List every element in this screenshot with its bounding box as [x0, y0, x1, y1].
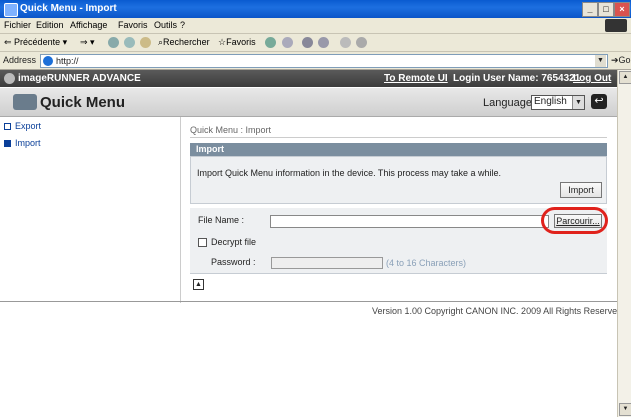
address-input[interactable]: http:// ▼	[40, 54, 608, 68]
bullet-icon	[4, 140, 11, 148]
quick-menu-icon	[13, 94, 37, 110]
menu-bar: Fichier Edition Affichage Favoris Outils…	[0, 18, 631, 34]
sidebar: Export Import	[0, 117, 181, 303]
stop-icon[interactable]	[108, 37, 119, 48]
sidebar-item-label: Export	[15, 121, 42, 131]
brand-header: imageRUNNER ADVANCE To Remote UI Login U…	[0, 70, 617, 87]
address-dropdown-icon[interactable]: ▼	[595, 55, 606, 67]
sidebar-item-export[interactable]: Export	[4, 121, 41, 131]
logout-link[interactable]: Log Out	[573, 73, 611, 84]
brand-name: imageRUNNER ADVANCE	[18, 73, 141, 84]
breadcrumb: Quick Menu : Import	[190, 125, 272, 135]
menu-favoris[interactable]: Favoris	[118, 20, 148, 30]
menu-help[interactable]: ?	[180, 20, 185, 30]
highlight-ring	[541, 207, 608, 234]
search-label: Rechercher	[163, 37, 210, 47]
ie-app-icon	[4, 3, 18, 17]
home-icon[interactable]	[140, 37, 151, 48]
go-button[interactable]: ➔Go	[611, 55, 631, 66]
address-bar: Address http:// ▼ ➔Go	[0, 52, 631, 70]
refresh-icon[interactable]	[124, 37, 135, 48]
footer-divider	[0, 301, 617, 302]
close-button[interactable]: ×	[614, 2, 630, 17]
language-label: Language:	[483, 97, 535, 109]
remote-ui-link[interactable]: To Remote UI	[384, 73, 448, 84]
address-label: Address	[3, 55, 37, 65]
import-button[interactable]: Import	[560, 182, 602, 198]
copyright-text: Version 1.00 Copyright CANON INC. 2009 A…	[372, 306, 625, 316]
history-icon[interactable]	[265, 37, 276, 48]
section-title: Import	[196, 144, 224, 154]
import-description-box: Import Quick Menu information in the dev…	[190, 156, 607, 204]
browser-toolbar: ⇐ Précédente ▾ ⇒ ▾ ⌕Rechercher ☆Favoris	[0, 34, 631, 52]
decrypt-label: Decrypt file	[211, 237, 257, 247]
maximize-button[interactable]: □	[598, 2, 614, 17]
language-value: English	[534, 96, 567, 107]
vertical-scrollbar[interactable]: ▲ ▼	[617, 70, 631, 417]
favorites-button[interactable]: ☆Favoris	[218, 37, 256, 48]
sidebar-item-label: Import	[15, 138, 41, 148]
return-icon[interactable]: ↩	[591, 94, 607, 109]
bullet-icon	[4, 123, 11, 131]
password-input[interactable]	[271, 257, 383, 269]
scroll-to-top-icon[interactable]: ▲	[193, 279, 204, 290]
menu-outils[interactable]: Outils	[154, 20, 177, 30]
password-label: Password :	[211, 257, 256, 267]
back-button[interactable]: ⇐ Précédente ▾	[4, 37, 67, 48]
decrypt-checkbox[interactable]	[198, 238, 207, 247]
forward-button[interactable]: ⇒ ▾	[80, 37, 95, 48]
login-user: Login User Name: 7654321	[453, 73, 581, 84]
go-label: Go	[618, 55, 631, 65]
mail-icon[interactable]	[282, 37, 293, 48]
file-name-label: File Name :	[198, 215, 245, 225]
menu-edition[interactable]: Edition	[36, 20, 64, 30]
menu-affichage[interactable]: Affichage	[70, 20, 107, 30]
canon-logo-icon	[4, 73, 15, 84]
page-title: Quick Menu	[40, 94, 126, 111]
messenger-icon[interactable]	[356, 37, 367, 48]
back-label: Précédente	[14, 37, 61, 47]
print-icon[interactable]	[302, 37, 313, 48]
scroll-down-icon[interactable]: ▼	[619, 403, 631, 416]
page-icon	[43, 56, 53, 66]
language-select[interactable]: English ▼	[531, 95, 585, 110]
file-name-input[interactable]	[270, 215, 549, 228]
import-form: File Name : Parcourir... Decrypt file Pa…	[190, 207, 608, 274]
import-description: Import Quick Menu information in the dev…	[197, 168, 501, 178]
edit-icon[interactable]	[318, 37, 329, 48]
password-hint: (4 to 16 Characters)	[386, 258, 467, 268]
menu-fichier[interactable]: Fichier	[4, 20, 31, 30]
quick-menu-header: Quick Menu Language: English ▼ ↩	[0, 88, 617, 117]
divider	[190, 137, 607, 138]
windows-logo-icon	[605, 19, 627, 32]
window-title-bar: Quick Menu - Import _ □ ×	[0, 0, 631, 18]
address-url: http://	[56, 56, 79, 66]
search-button[interactable]: ⌕Rechercher	[158, 37, 210, 48]
section-header: Import	[190, 143, 607, 156]
window-title: Quick Menu - Import	[20, 3, 117, 14]
minimize-button[interactable]: _	[582, 2, 598, 17]
chevron-down-icon: ▼	[572, 96, 584, 109]
discuss-icon[interactable]	[340, 37, 351, 48]
favorites-label: Favoris	[226, 37, 256, 47]
scroll-up-icon[interactable]: ▲	[619, 71, 631, 84]
sidebar-item-import[interactable]: Import	[4, 138, 41, 148]
